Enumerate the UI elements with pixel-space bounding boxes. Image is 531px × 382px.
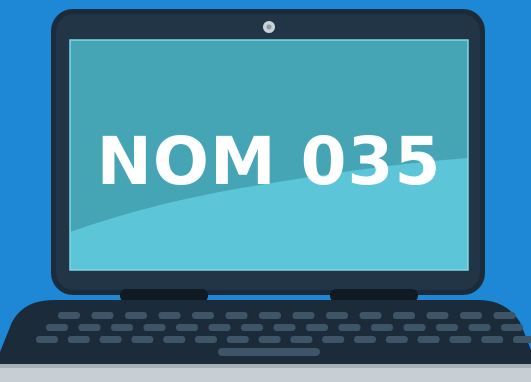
keyboard-key (91, 312, 114, 319)
keyboard-key (78, 324, 101, 331)
keyboard-key (131, 336, 154, 343)
keyboard-key (290, 336, 313, 343)
keyboard-key (449, 336, 472, 343)
keyboard-key (208, 324, 231, 331)
keyboard-key (468, 324, 491, 331)
keyboard-key (501, 324, 523, 331)
screen-headline: NOM 035 (97, 123, 442, 200)
keyboard-key (111, 324, 133, 331)
trackpad-icon (218, 348, 320, 356)
webcam-lens (266, 24, 272, 30)
keyboard-key (163, 336, 186, 343)
keyboard-key (143, 324, 166, 331)
keyboard-key (426, 312, 449, 319)
keyboard-key (241, 324, 263, 331)
keyboard-key (322, 336, 345, 343)
keyboard-key (338, 324, 361, 331)
laptop-screen: NOM 035 (69, 39, 469, 271)
keyboard-key (460, 312, 482, 319)
keyboard-key (225, 312, 248, 319)
keyboard-key (436, 324, 458, 331)
keyboard-key (58, 312, 80, 319)
keyboard-key (481, 336, 504, 343)
keyboard-key (176, 324, 198, 331)
keyboard-key (258, 336, 281, 343)
keyboard-key (385, 336, 408, 343)
keyboard-key (195, 336, 217, 343)
laptop-illustration: NOM 035 (0, 0, 531, 382)
keyboard-key (393, 312, 415, 319)
keyboard-key (46, 324, 68, 331)
keyboard-key (125, 312, 147, 319)
keyboard-key (403, 324, 426, 331)
keyboard-key (371, 324, 393, 331)
laptop-base-edge-shadow (0, 364, 531, 368)
keyboard-key (99, 336, 122, 343)
keyboard-key (292, 312, 315, 319)
keyboard-key (513, 336, 531, 343)
keyboard-key (359, 312, 382, 319)
keyboard-deck (0, 300, 531, 366)
keyboard-key (273, 324, 296, 331)
keyboard-key (306, 324, 328, 331)
keyboard-key (226, 336, 249, 343)
keyboard-key (259, 312, 281, 319)
keyboard-key (67, 336, 90, 343)
keyboard-key (354, 336, 376, 343)
keyboard-key (36, 336, 58, 343)
keyboard-key (326, 312, 348, 319)
keyboard-key (158, 312, 181, 319)
keyboard-key (417, 336, 440, 343)
keyboard-key (493, 312, 516, 319)
keyboard-key (192, 312, 214, 319)
